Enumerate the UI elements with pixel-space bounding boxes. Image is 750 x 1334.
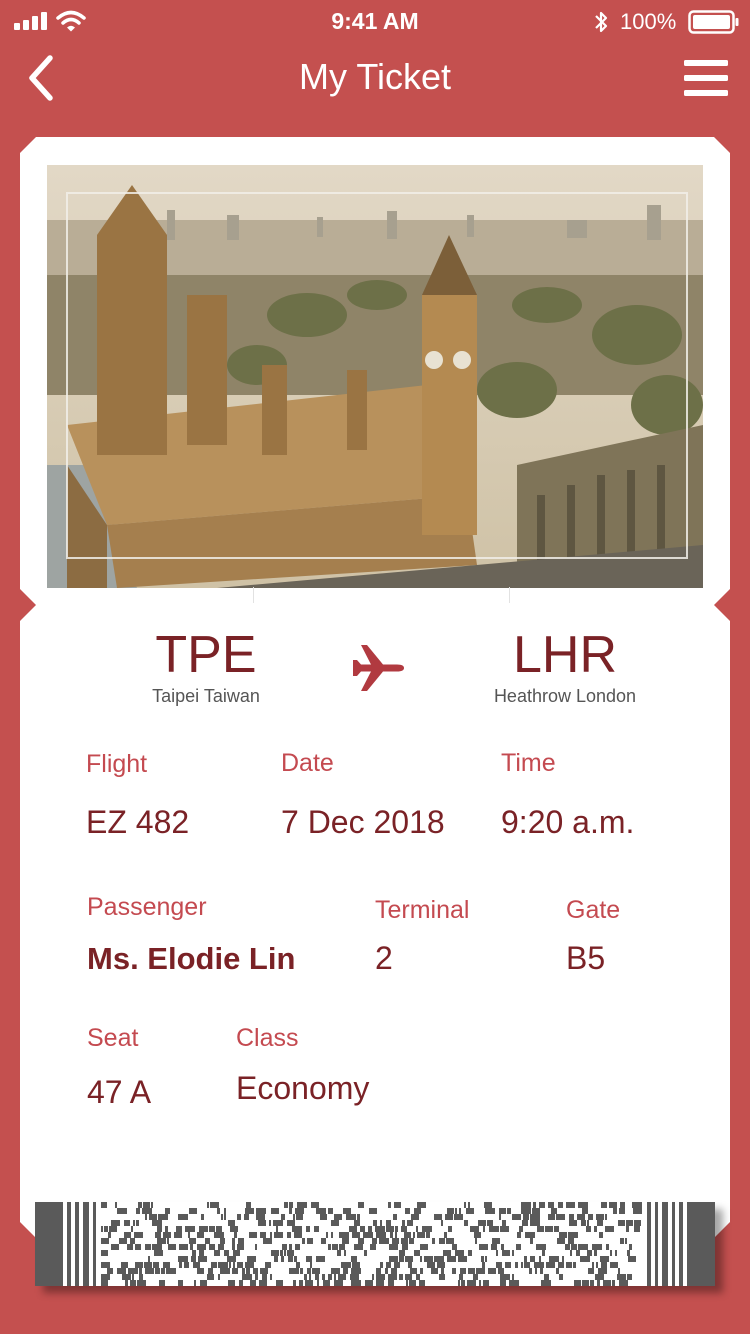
hamburger-menu-icon[interactable] bbox=[682, 57, 730, 99]
airplane-icon bbox=[353, 645, 404, 691]
seat-label: Seat bbox=[87, 1024, 139, 1052]
passenger-value: Ms. Elodie Lin bbox=[87, 941, 296, 976]
gate-value: B5 bbox=[566, 940, 606, 976]
date-value: 7 Dec 2018 bbox=[281, 804, 445, 840]
date-label: Date bbox=[281, 749, 334, 777]
time-label: Time bbox=[501, 749, 556, 777]
destination-photo bbox=[47, 165, 703, 588]
tear-mark bbox=[509, 587, 510, 603]
bluetooth-icon bbox=[595, 11, 608, 33]
tear-mark bbox=[253, 587, 254, 603]
boarding-barcode[interactable] bbox=[35, 1202, 715, 1286]
battery-icon bbox=[688, 10, 739, 34]
class-value: Economy bbox=[236, 1070, 370, 1106]
passenger-label: Passenger bbox=[87, 893, 207, 921]
status-bar: 9:41 AM 100% bbox=[0, 0, 750, 42]
flight-label: Flight bbox=[86, 750, 148, 778]
flight-value: EZ 482 bbox=[86, 804, 190, 840]
origin-code: TPE bbox=[155, 626, 257, 684]
destination-city: Heathrow London bbox=[493, 686, 637, 706]
origin-city: Taipei Taiwan bbox=[152, 686, 260, 706]
gate-label: Gate bbox=[566, 896, 621, 924]
seat-value: 47 A bbox=[87, 1074, 152, 1110]
page-title: My Ticket bbox=[298, 56, 451, 97]
time-value: 9:20 a.m. bbox=[501, 804, 635, 840]
terminal-label: Terminal bbox=[375, 896, 470, 924]
battery-percent: 100% bbox=[620, 9, 677, 34]
terminal-value: 2 bbox=[375, 940, 393, 976]
ticket-card: TPE Taipei Taiwan LHR Heathrow London Fl… bbox=[20, 137, 730, 1238]
class-label: Class bbox=[236, 1024, 299, 1052]
destination-code: LHR bbox=[512, 626, 618, 684]
